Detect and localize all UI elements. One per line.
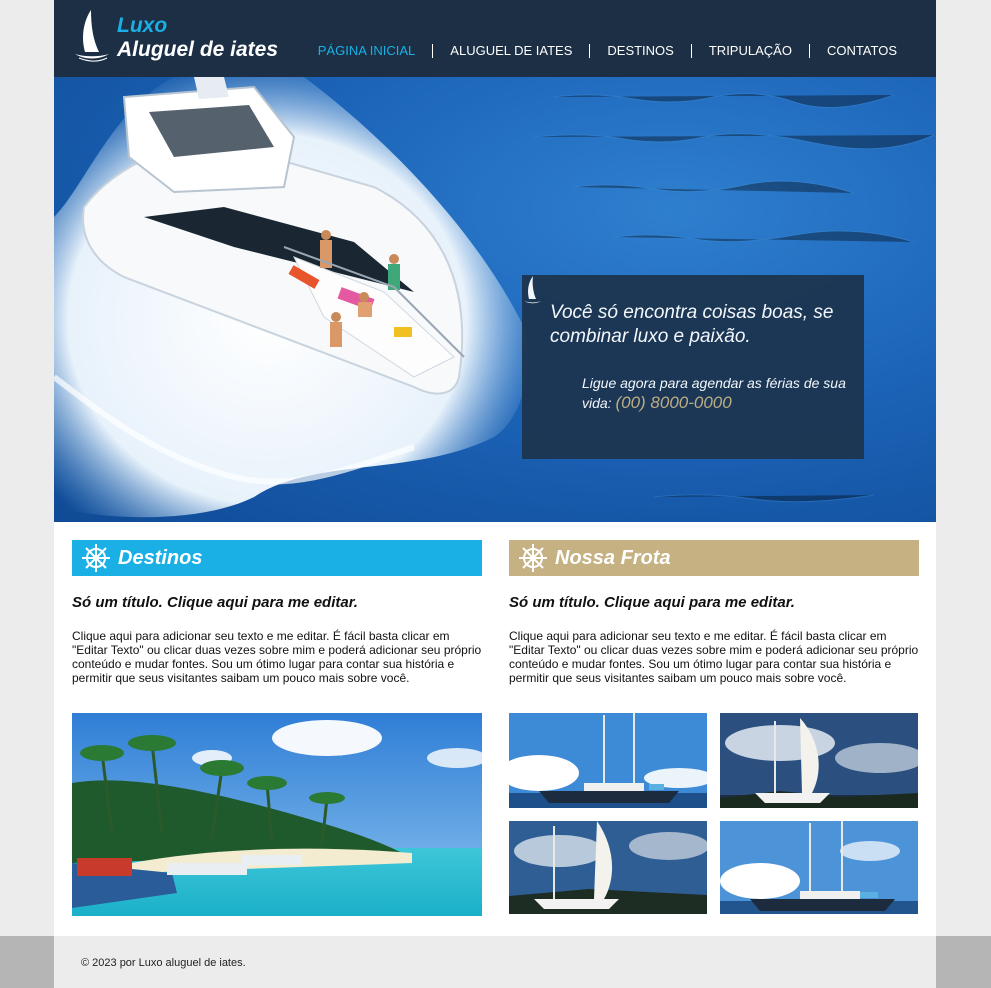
destinos-heading[interactable]: Só um título. Clique aqui para me editar… [72, 594, 482, 611]
page-container: Luxo Aluguel de iates PÁGINA INICIAL ALU… [54, 0, 936, 936]
fleet-photo-1[interactable] [509, 713, 707, 808]
logo-title-top[interactable]: Luxo [117, 14, 167, 38]
destinos-title: Destinos [118, 546, 203, 569]
nav-item-crew[interactable]: TRIPULAÇÃO [690, 44, 809, 58]
frota-title: Nossa Frota [555, 546, 671, 569]
logo-title-bottom[interactable]: Aluguel de iates [117, 38, 278, 62]
fleet-photo-4[interactable] [720, 821, 918, 914]
ship-wheel-icon [82, 544, 110, 572]
footer-right-strip [936, 936, 991, 988]
sailboat-icon [524, 276, 541, 304]
hero-headline: Você só encontra coisas boas, se combina… [550, 302, 834, 347]
frota-title-bar: Nossa Frota [509, 540, 919, 576]
site-header: Luxo Aluguel de iates PÁGINA INICIAL ALU… [54, 0, 936, 77]
right-margin [936, 0, 991, 988]
site-footer: © 2023 por Luxo aluguel de iates. [54, 936, 936, 988]
fleet-photo-2[interactable] [720, 713, 918, 808]
nav-item-yacht-rental[interactable]: ALUGUEL DE IATES [432, 44, 589, 58]
nav-item-home[interactable]: PÁGINA INICIAL [301, 44, 433, 58]
hero-callout-box: Você só encontra coisas boas, se combina… [522, 275, 864, 459]
hero-phone-number[interactable]: (00) 8000-0000 [615, 393, 731, 412]
footer-left-strip [0, 936, 54, 988]
left-margin [0, 0, 54, 988]
destinos-beach-photo [72, 713, 482, 916]
main-nav: PÁGINA INICIAL ALUGUEL DE IATES DESTINOS… [301, 44, 914, 58]
frota-body[interactable]: Clique aqui para adicionar seu texto e m… [509, 629, 921, 685]
hero-banner: Você só encontra coisas boas, se combina… [54, 77, 936, 522]
fleet-photo-3[interactable] [509, 821, 707, 914]
frota-heading[interactable]: Só um título. Clique aqui para me editar… [509, 594, 919, 611]
ship-wheel-icon [519, 544, 547, 572]
footer-copyright: © 2023 por Luxo aluguel de iates. [81, 957, 246, 969]
destinos-title-bar: Destinos [72, 540, 482, 576]
nav-item-destinations[interactable]: DESTINOS [589, 44, 690, 58]
nav-item-contacts[interactable]: CONTATOS [808, 44, 914, 58]
sailboat-icon[interactable] [71, 8, 111, 62]
hero-cta-text: Ligue agora para agendar as férias de su… [582, 374, 852, 413]
destinos-body[interactable]: Clique aqui para adicionar seu texto e m… [72, 629, 484, 685]
